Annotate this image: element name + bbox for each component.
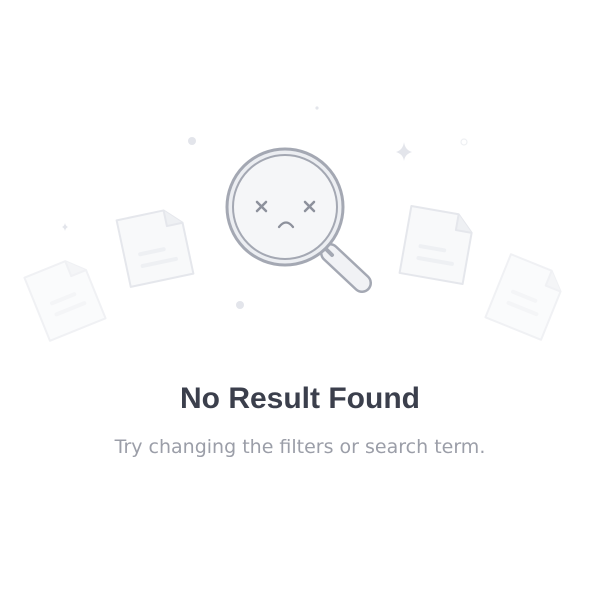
document-icon: [398, 204, 473, 286]
empty-state-message: Try changing the filters or search term.: [114, 436, 486, 458]
dot-icon: [188, 137, 196, 145]
document-icon: [115, 209, 195, 288]
sparkle-icon: [62, 223, 68, 231]
no-results-illustration: [23, 106, 562, 342]
dot-icon: [315, 106, 319, 110]
sparkle-icon: [396, 142, 412, 161]
document-icon: [484, 253, 562, 341]
sad-magnifying-glass-icon: [225, 147, 372, 293]
empty-state: No Result Found Try changing the filters…: [0, 0, 600, 600]
dot-icon: [460, 138, 468, 146]
dot-icon: [236, 301, 244, 309]
document-icon: [23, 260, 107, 342]
empty-state-title: No Result Found: [180, 382, 420, 415]
